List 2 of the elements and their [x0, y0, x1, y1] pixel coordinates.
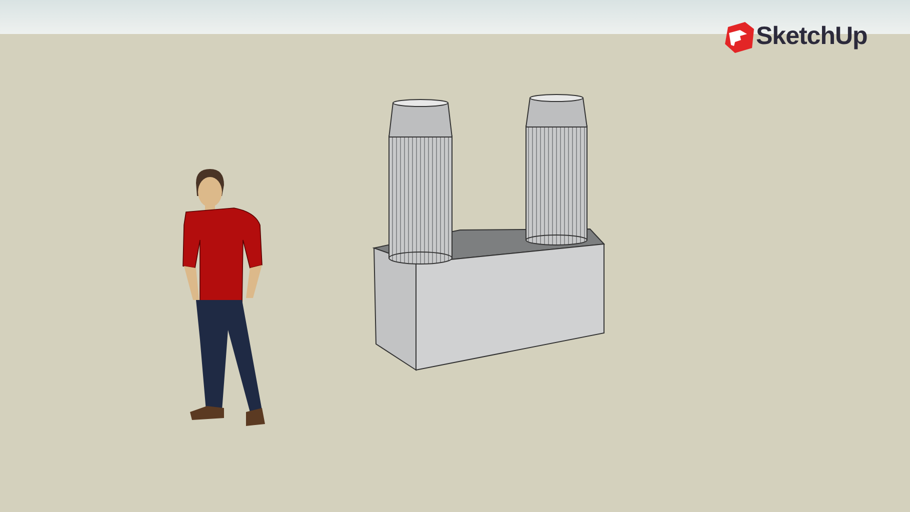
- logo-icon: [725, 22, 754, 53]
- logo-text: SketchUp: [756, 24, 868, 49]
